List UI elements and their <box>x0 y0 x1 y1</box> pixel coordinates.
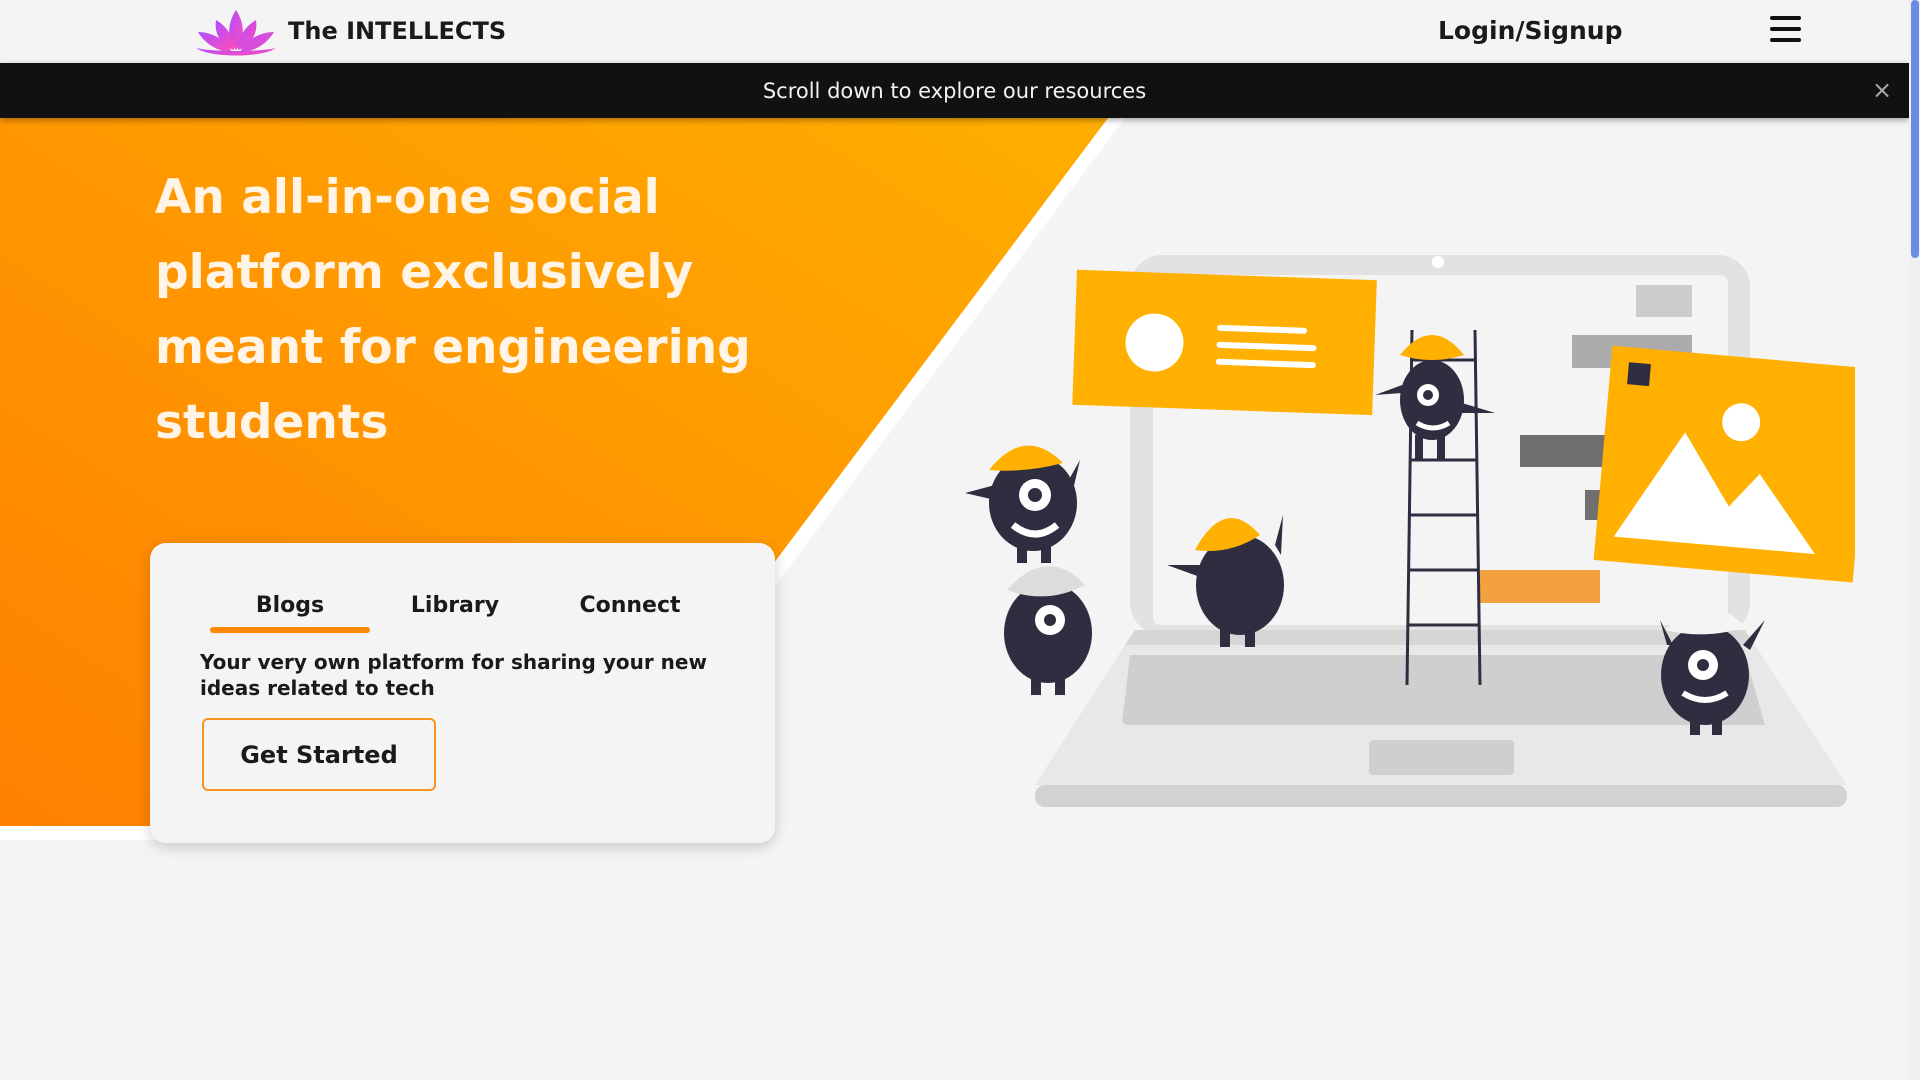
hero-illustration <box>965 255 1855 807</box>
webcam-icon <box>1432 256 1444 268</box>
get-started-button[interactable]: Get Started <box>202 718 436 791</box>
profile-card <box>1072 269 1377 416</box>
tab-connect[interactable]: Connect <box>555 593 705 618</box>
brand[interactable]: The INTELLECTS <box>190 6 506 56</box>
lotus-icon <box>196 10 276 56</box>
banner-message: Scroll down to explore our resources <box>762 78 1147 103</box>
image-card <box>1593 345 1855 583</box>
top-navbar: The INTELLECTS Login/Signup <box>0 0 1909 63</box>
announcement-banner: Scroll down to explore our resources × <box>0 63 1909 118</box>
close-icon[interactable]: × <box>1872 77 1892 103</box>
hero-headline: An all-in-one social platform exclusivel… <box>155 170 751 450</box>
character-figure <box>1004 566 1092 695</box>
active-tab-indicator <box>210 627 370 633</box>
hamburger-menu-icon[interactable] <box>1770 16 1801 43</box>
feature-card: Blogs Library Connect Your very own plat… <box>150 543 775 843</box>
screen-block <box>1636 285 1692 317</box>
page-scrollbar-thumb[interactable] <box>1911 0 1919 258</box>
brand-name: The INTELLECTS <box>288 17 507 45</box>
tab-library[interactable]: Library <box>390 593 520 618</box>
screen-block <box>1480 570 1600 603</box>
tab-description: Your very own platform for sharing your … <box>200 650 707 700</box>
laptop-front-edge <box>1035 785 1847 807</box>
character-figure <box>965 445 1080 563</box>
tab-blogs[interactable]: Blogs <box>210 593 370 618</box>
laptop-trackpad <box>1369 740 1514 775</box>
laptop-hinge <box>1125 630 1755 645</box>
login-signup-link[interactable]: Login/Signup <box>1438 16 1622 45</box>
